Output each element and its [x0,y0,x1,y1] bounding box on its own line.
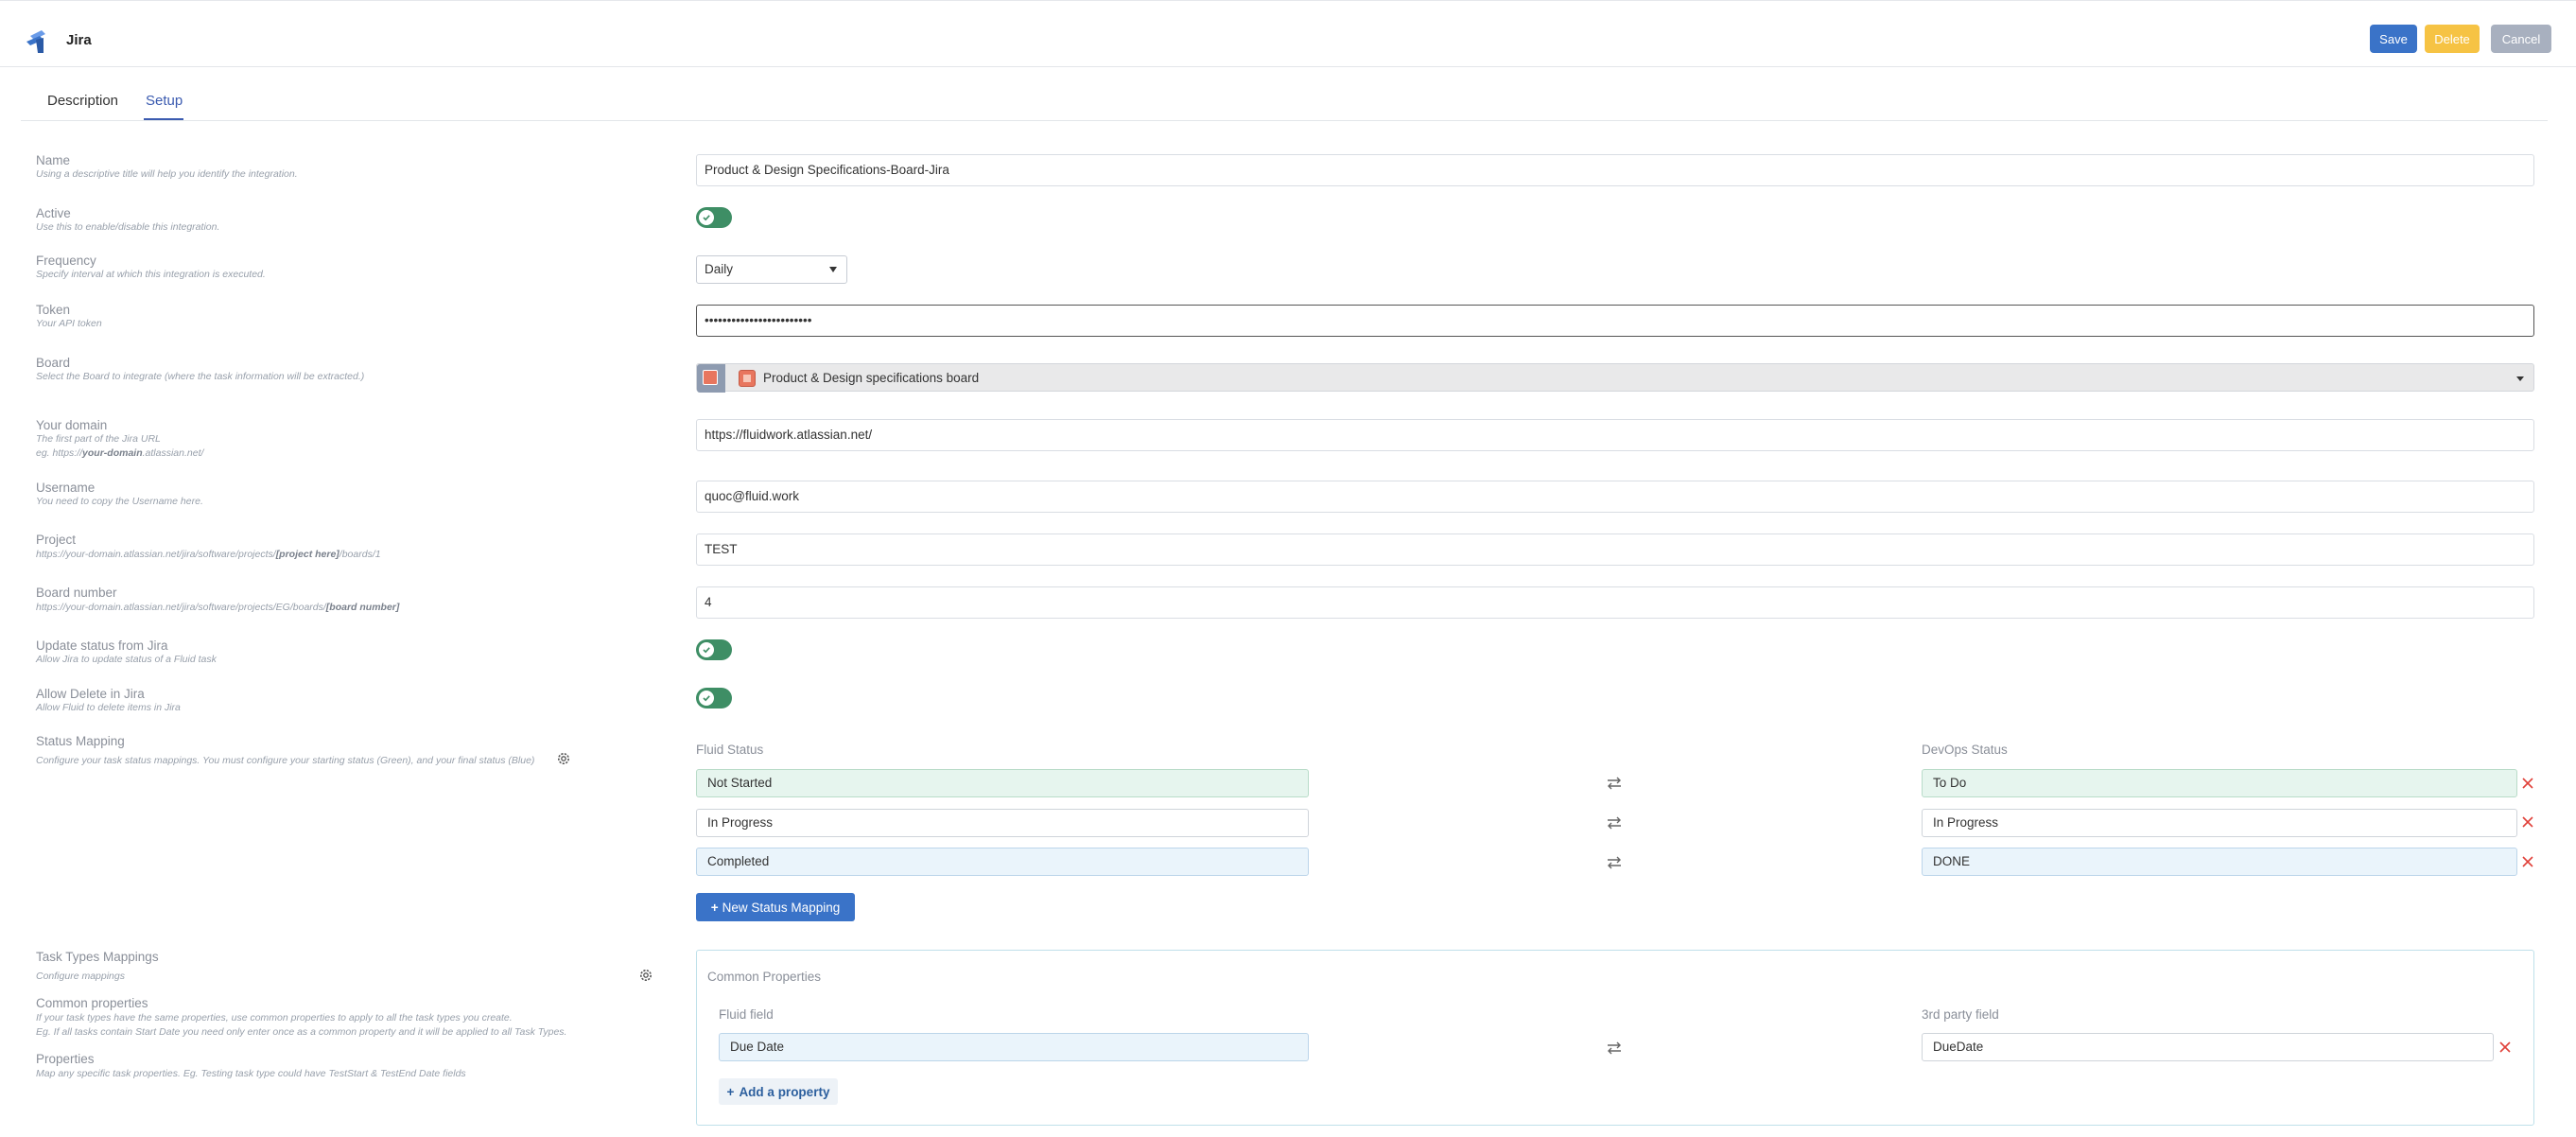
tab-setup[interactable]: Setup [146,93,183,109]
fluid-status-field[interactable]: Not Started [696,769,1309,797]
fluid-field-header: Fluid field [719,1007,774,1022]
swap-icon[interactable] [1605,855,1624,870]
swap-icon[interactable] [1605,815,1624,831]
board-name: Product & Design specifications board [763,371,980,385]
app-title: Jira [66,32,92,48]
toggle-knob [699,691,714,706]
new-status-mapping-button[interactable]: + New Status Mapping [696,893,855,921]
plus-icon: + [710,900,719,915]
board-label: Board [36,356,71,370]
frequency-value: Daily [705,262,734,276]
name-input[interactable]: Product & Design Specifications-Board-Ji… [696,154,2534,186]
delete-button[interactable]: Delete [2425,25,2480,53]
add-property-button[interactable]: + Add a property [719,1078,838,1105]
properties-label: Properties [36,1052,95,1066]
project-hint: https://your-domain.atlassian.net/jira/s… [36,549,381,560]
check-icon [703,647,710,654]
allow-delete-label: Allow Delete in Jira [36,687,145,701]
project-input[interactable]: TEST [696,534,2534,566]
board-number-input[interactable]: 4 [696,586,2534,619]
devops-status-field[interactable]: DONE [1922,848,2517,876]
status-mapping-label: Status Mapping [36,734,125,748]
tab-description[interactable]: Description [47,93,118,109]
board-icon [739,370,756,387]
frequency-label: Frequency [36,254,96,268]
check-icon [703,695,710,702]
token-input[interactable]: •••••••••••••••••••••••• [696,305,2534,337]
allow-delete-hint: Allow Fluid to delete items in Jira [36,702,181,713]
domain-hint-line1: The first part of the Jira URL [36,433,161,445]
toggle-knob [699,210,714,225]
status-mapping-hint: Configure your task status mappings. You… [36,755,535,766]
board-thumbnail-icon [703,370,718,385]
caret-down-icon [2516,376,2524,381]
devops-status-field[interactable]: In Progress [1922,809,2517,837]
update-status-label: Update status from Jira [36,638,168,653]
board-hint: Select the Board to integrate (where the… [36,371,365,382]
name-hint: Using a descriptive title will help you … [36,168,298,180]
update-status-toggle[interactable] [696,639,732,660]
task-types-label: Task Types Mappings [36,950,159,964]
fluid-status-field[interactable]: Completed [696,848,1309,876]
username-hint: You need to copy the Username here. [36,496,203,507]
new-status-mapping-label: New Status Mapping [722,900,841,915]
check-icon [703,215,710,221]
active-tab-indicator [144,118,183,120]
board-number-label: Board number [36,586,117,600]
close-icon[interactable] [2521,815,2534,829]
common-properties-title: Common Properties [707,970,822,984]
update-status-hint: Allow Jira to update status of a Fluid t… [36,654,217,665]
task-types-hint: Configure mappings [36,971,125,982]
username-label: Username [36,481,96,495]
frequency-select[interactable]: Daily [696,255,847,284]
board-thumbnail [697,364,725,393]
add-property-label: Add a property [739,1084,830,1099]
common-properties-hint-2: Eg. If all tasks contain Start Date you … [36,1026,567,1038]
board-select[interactable]: Product & Design specifications board [696,363,2534,393]
common-properties-label: Common properties [36,996,148,1010]
swap-icon[interactable] [1605,1041,1624,1056]
gear-icon[interactable] [638,968,653,983]
header: Jira Save Delete Cancel [0,1,2576,67]
swap-icon[interactable] [1605,776,1624,791]
token-hint: Your API token [36,318,102,329]
properties-hint: Map any specific task properties. Eg. Te… [36,1068,466,1079]
fluid-status-field[interactable]: In Progress [696,809,1309,837]
cancel-button[interactable]: Cancel [2491,25,2551,53]
caret-down-icon [829,267,837,272]
domain-label: Your domain [36,418,108,432]
fluid-status-header: Fluid Status [696,743,764,757]
username-input[interactable]: quoc@fluid.work [696,481,2534,513]
project-label: Project [36,533,77,547]
toggle-knob [699,642,714,657]
domain-input[interactable]: https://fluidwork.atlassian.net/ [696,419,2534,451]
third-party-field-header: 3rd party field [1922,1007,1999,1022]
devops-status-header: DevOps Status [1922,743,2008,757]
third-party-field-input[interactable]: DueDate [1922,1033,2494,1061]
name-label: Name [36,153,71,167]
jira-logo-icon [26,30,45,53]
devops-status-field[interactable]: To Do [1922,769,2517,797]
plus-icon: + [726,1084,735,1099]
active-toggle[interactable] [696,207,732,228]
allow-delete-toggle[interactable] [696,688,732,708]
close-icon[interactable] [2498,1041,2512,1054]
gear-icon[interactable] [556,751,571,766]
active-label: Active [36,206,71,220]
active-hint: Use this to enable/disable this integrat… [36,221,220,233]
board-number-hint: https://your-domain.atlassian.net/jira/s… [36,602,400,613]
token-label: Token [36,303,71,317]
fluid-field-input[interactable]: Due Date [719,1033,1309,1061]
close-icon[interactable] [2521,855,2534,868]
save-button[interactable]: Save [2370,25,2417,53]
tab-bar: Description Setup [21,76,2548,121]
frequency-hint: Specify interval at which this integrati… [36,269,266,280]
close-icon[interactable] [2521,777,2534,790]
domain-hint-line2: eg. https://your-domain.atlassian.net/ [36,447,204,459]
common-properties-hint-1: If your task types have the same propert… [36,1012,513,1023]
